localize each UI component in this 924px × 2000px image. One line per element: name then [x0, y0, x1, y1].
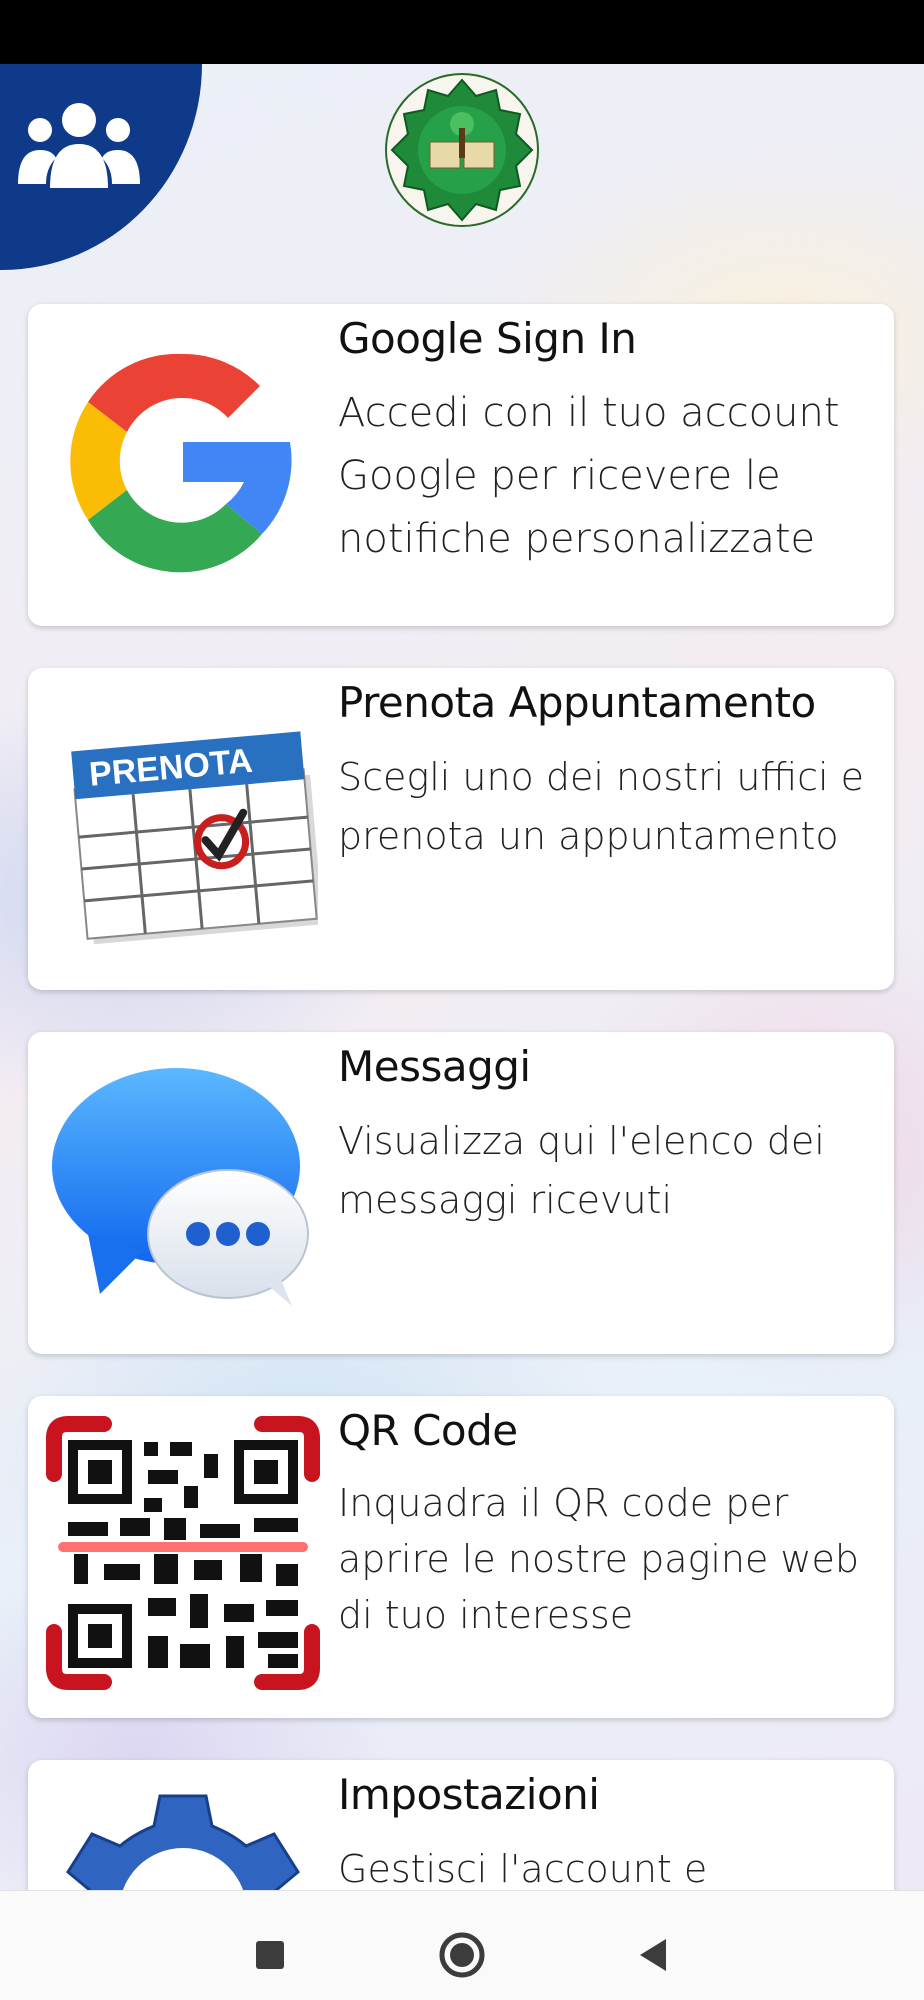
- card-title: QR Code: [338, 1406, 518, 1455]
- qr-scan-icon: [44, 1414, 322, 1692]
- card-title: Messaggi: [338, 1042, 531, 1091]
- google-logo-icon: [48, 326, 318, 596]
- card-title: Prenota Appuntamento: [338, 678, 816, 727]
- booking-card[interactable]: PRENOTA Prenota Appuntamento Scegli uno …: [28, 668, 894, 990]
- status-bar: [0, 0, 924, 64]
- triangle-back-icon: [640, 1939, 666, 1971]
- school-logo: [385, 73, 539, 227]
- qr-code-card[interactable]: QR Code Inquadra il QR code per aprire l…: [28, 1396, 894, 1718]
- square-icon: [256, 1941, 284, 1969]
- messages-card[interactable]: Messaggi Visualizza qui l'elenco dei mes…: [28, 1032, 894, 1354]
- card-description: Accedi con il tuo account Google per ric…: [338, 390, 840, 563]
- card-description: Inquadra il QR code per aprire le nostre…: [338, 1481, 860, 1637]
- group-icon: [18, 103, 140, 188]
- group-menu-button[interactable]: [0, 64, 202, 270]
- home-button[interactable]: [432, 1925, 492, 1985]
- card-title: Impostazioni: [338, 1770, 600, 1819]
- recents-button[interactable]: [240, 1925, 300, 1985]
- card-description: Visualizza qui l'elenco dei messaggi ric…: [338, 1119, 825, 1223]
- chat-bubbles-icon: [48, 1054, 318, 1324]
- calendar-icon: PRENOTA: [48, 690, 324, 960]
- google-sign-in-card[interactable]: Google Sign In Accedi con il tuo account…: [28, 304, 894, 626]
- card-description: Scegli uno dei nostri uffici e prenota u…: [338, 755, 865, 859]
- circle-icon: [439, 1932, 485, 1978]
- back-button[interactable]: [624, 1925, 684, 1985]
- card-title: Google Sign In: [338, 314, 637, 363]
